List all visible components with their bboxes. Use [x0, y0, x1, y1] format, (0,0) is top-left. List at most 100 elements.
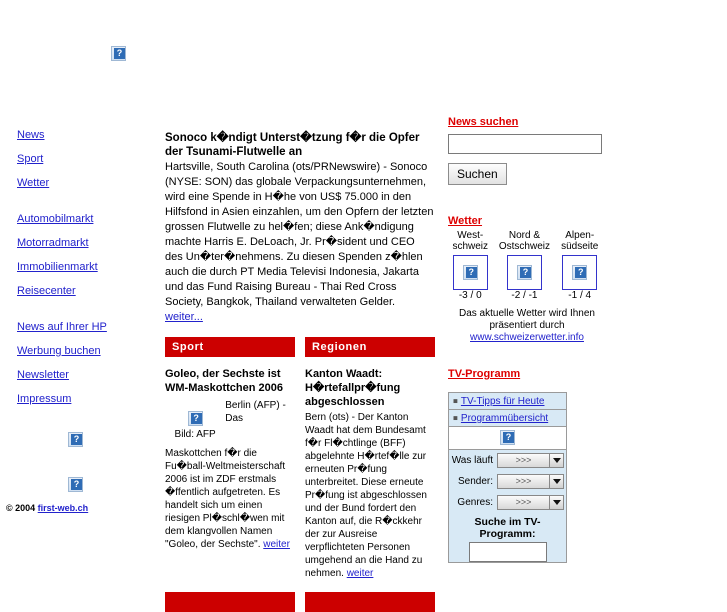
column-regionen: Regionen Kanton Waadt: H�rtefallpr�fung … — [305, 337, 435, 580]
weather-section: Wetter West- schweiz Nord & Ostschweiz A… — [448, 215, 628, 344]
weather-table: West- schweiz Nord & Ostschweiz Alpen- s… — [448, 230, 603, 301]
sidebar-item-immobilienmarkt[interactable]: Immobilienmarkt — [17, 261, 152, 273]
tv-link-row-uebersicht[interactable]: ■ Programmübersicht — [449, 410, 566, 427]
tv-select-label-waslaeuft: Was läuft — [451, 455, 493, 466]
weather-region-name-nordost: Nord & Ostschweiz — [492, 230, 556, 252]
weather-name-line1: West- — [457, 230, 484, 241]
weather-name-line1: Nord & — [508, 230, 540, 241]
regionen-article-body: Bern (ots) - Der Kanton Waadt hat dem Bu… — [305, 411, 435, 580]
chevron-down-icon[interactable] — [549, 495, 564, 510]
weather-temp-alpensued: -1 / 4 — [568, 290, 592, 301]
tv-title-link[interactable]: TV-Programm — [448, 368, 520, 380]
weather-credit-line2: präsentiert durch — [489, 320, 565, 331]
search-button[interactable]: Suchen — [448, 163, 507, 185]
tv-select-label-genres: Genres: — [457, 497, 493, 508]
sport-figure: Bild: AFP — [165, 397, 225, 440]
page-root: News Sport Wetter Automobilmarkt Motorra… — [0, 0, 727, 612]
weather-credit-line1: Das aktuelle Wetter wird Ihnen — [459, 308, 595, 319]
lead-article-text: Hartsville, South Carolina (ots/PRNewswi… — [165, 161, 434, 308]
weather-name-line2: südseite — [561, 241, 599, 252]
weather-region-name-west: West- schweiz — [448, 230, 492, 252]
weather-temps-row: -3 / 0 -2 / -1 -1 / 4 — [448, 290, 603, 301]
weather-temp-west: -3 / 0 — [458, 290, 482, 301]
weather-name-line1: Alpen- — [565, 230, 595, 241]
tv-section: TV-Programm ■ TV-Tipps für Heute ■ Progr… — [448, 368, 628, 563]
main-content: Sonoco k�ndigt Unterst�tzung f�r die Opf… — [165, 131, 435, 612]
broken-image-icon — [68, 432, 83, 447]
bullet-icon: ■ — [453, 396, 458, 406]
section-header-bottom-right — [305, 592, 435, 612]
chevron-down-icon[interactable] — [549, 453, 564, 468]
tv-search-label: Suche im TV-Programm: — [474, 516, 541, 540]
bottom-section-headers — [165, 592, 435, 612]
weather-temp-nordost: -2 / -1 — [511, 290, 538, 301]
top-banner-image[interactable] — [111, 46, 126, 61]
weather-icon-box — [506, 255, 542, 290]
tv-select-row-waslaeuft: Was läuft >>> — [449, 450, 566, 471]
regionen-article-headline: Kanton Waadt: H�rtefallpr�fung abgeschlo… — [305, 368, 401, 408]
tv-select-row-sender: Sender: >>> — [449, 471, 566, 492]
weather-icon-box — [452, 255, 488, 290]
sidebar-item-motorradmarkt[interactable]: Motorradmarkt — [17, 237, 152, 249]
tv-image-row — [449, 427, 566, 450]
news-search-title-link[interactable]: News suchen — [448, 116, 518, 128]
weather-icon-box — [562, 255, 598, 290]
broken-image-icon — [462, 265, 478, 280]
copyright-text: © 2004 — [6, 503, 36, 513]
tv-link-tipps-heute[interactable]: TV-Tipps für Heute — [461, 396, 545, 407]
section-header-bottom-left — [165, 592, 295, 612]
weather-icon-cell-alpensued — [556, 252, 603, 290]
sidebar-item-wetter[interactable]: Wetter — [17, 177, 152, 189]
footer-copyright: © 2004 first-web.ch — [6, 503, 88, 513]
sport-article-lead-in: Berlin (AFP) - Das — [225, 400, 286, 424]
sidebar-item-news[interactable]: News — [17, 129, 152, 141]
weather-icon-cell-nordost — [492, 252, 556, 290]
broken-image-icon — [572, 265, 588, 280]
tv-select-label-sender: Sender: — [457, 476, 493, 487]
sidebar-ad-1[interactable] — [68, 432, 83, 447]
tv-select-waslaeuft[interactable]: >>> — [497, 453, 564, 468]
sport-figure-caption: Bild: AFP — [174, 429, 216, 440]
tv-select-genres[interactable]: >>> — [497, 495, 564, 510]
regionen-article-more-link[interactable]: weiter — [347, 568, 374, 579]
broken-image-icon — [187, 411, 203, 426]
sidebar-item-automobilmarkt[interactable]: Automobilmarkt — [17, 213, 152, 225]
sidebar-item-werbung-buchen[interactable]: Werbung buchen — [17, 345, 152, 357]
section-header-sport: Sport — [165, 337, 295, 357]
nav-separator-1 — [17, 201, 152, 213]
sidebar-item-news-auf-ihrer-hp[interactable]: News auf Ihrer HP — [17, 321, 152, 333]
weather-region-names-row: West- schweiz Nord & Ostschweiz Alpen- s… — [448, 230, 603, 252]
weather-credit-link[interactable]: www.schweizerwetter.info — [470, 332, 584, 343]
lead-article-more-link[interactable]: weiter... — [165, 311, 203, 323]
sport-article-headline: Goleo, der Sechste ist WM-Maskottchen 20… — [165, 368, 283, 394]
column-sport: Sport Goleo, der Sechste ist WM-Maskottc… — [165, 337, 295, 580]
sidebar-item-impressum[interactable]: Impressum — [17, 393, 152, 405]
weather-name-line2: schweiz — [452, 241, 489, 252]
tv-link-programmuebersicht[interactable]: Programmübersicht — [461, 413, 548, 424]
sport-article-text: Maskottchen f�r die Fu�ball-Weltmeisters… — [165, 448, 286, 550]
sidebar-item-sport[interactable]: Sport — [17, 153, 152, 165]
tv-link-row-tipps[interactable]: ■ TV-Tipps für Heute — [449, 393, 566, 410]
search-input[interactable] — [448, 134, 602, 154]
weather-icon-cell-west — [448, 252, 492, 290]
lead-article-body: Hartsville, South Carolina (ots/PRNewswi… — [165, 160, 435, 325]
tv-select-sender[interactable]: >>> — [497, 474, 564, 489]
weather-icons-row — [448, 252, 603, 290]
sidebar-item-newsletter[interactable]: Newsletter — [17, 369, 152, 381]
weather-title-link[interactable]: Wetter — [448, 215, 482, 227]
tv-search-input[interactable] — [468, 542, 547, 562]
tv-select-value-genres: >>> — [497, 495, 549, 510]
tv-panel: ■ TV-Tipps für Heute ■ Programmübersicht… — [448, 392, 567, 563]
lead-article-headline: Sonoco k�ndigt Unterst�tzung f�r die Opf… — [165, 132, 420, 158]
tv-select-value-waslaeuft: >>> — [497, 453, 549, 468]
sidebar-item-reisecenter[interactable]: Reisecenter — [17, 285, 152, 297]
sport-article-body: Maskottchen f�r die Fu�ball-Weltmeisters… — [165, 447, 295, 551]
broken-image-icon — [68, 477, 83, 492]
chevron-down-icon[interactable] — [549, 474, 564, 489]
footer-link-first-web[interactable]: first-web.ch — [38, 503, 89, 513]
sidebar-nav: News Sport Wetter Automobilmarkt Motorra… — [17, 129, 152, 417]
broken-image-icon — [516, 265, 532, 280]
weather-region-name-alpensued: Alpen- südseite — [556, 230, 603, 252]
broken-image-icon — [111, 46, 126, 61]
sidebar-ad-2[interactable] — [68, 477, 83, 492]
